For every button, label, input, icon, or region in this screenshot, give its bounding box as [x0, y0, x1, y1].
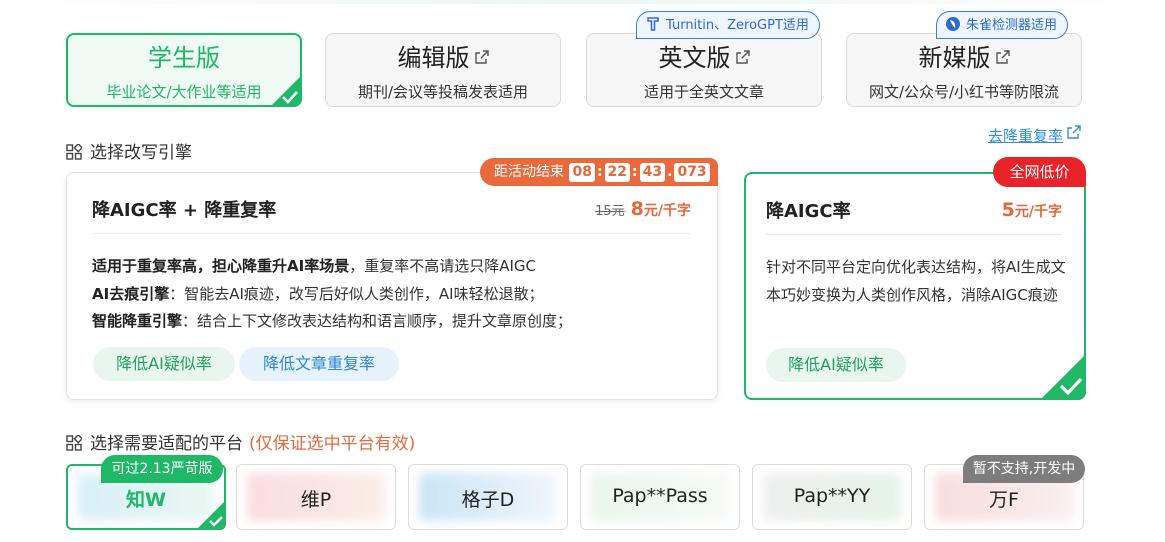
engine-price: 5元/千字	[1002, 199, 1062, 221]
platform-name: 万F	[989, 489, 1019, 511]
engine-description: 针对不同平台定向优化表达结构，将AI生成文本巧妙变换为人类创作风格，消除AIGC…	[766, 258, 1066, 304]
version-subtitle: 期刊/会议等投稿发表适用	[357, 83, 529, 101]
engine-card-combo[interactable]: 降AIGC率 + 降重复率 15元 8元/千字 适用于重复率高，担心降重升AI率场…	[66, 172, 718, 400]
tag-reduce-repeat: 降低文章重复率	[239, 347, 399, 381]
engine-title: 降AIGC率	[766, 201, 851, 222]
version-subtitle: 适用于全英文文章	[643, 83, 764, 101]
desc-bold: 智能降重引擎	[92, 312, 183, 330]
desc-bold: 适用于重复率高，担心降重升AI率场景	[92, 257, 350, 275]
countdown-hours: 08	[569, 163, 595, 182]
countdown-seconds: 43	[639, 163, 666, 182]
badge-text: Turnitin、ZeroGPT适用	[666, 18, 809, 33]
countdown-minutes: 22	[604, 163, 631, 182]
zhuque-badge: 朱雀检测器适用	[936, 11, 1069, 39]
version-card-media[interactable]: 新媒版 网文/公众号/小红书等防限流	[846, 33, 1082, 107]
platform-card-gezid[interactable]: 格子D	[408, 464, 568, 530]
version-title: 学生版	[148, 44, 220, 72]
platform-card-papyy[interactable]: Pap**YY	[752, 464, 912, 530]
platform-section-title: 选择需要适配的平台 (仅保证选中平台有效)	[66, 429, 415, 454]
turnitin-badge: Turnitin、ZeroGPT适用	[636, 11, 820, 39]
version-title: 英文版	[658, 44, 731, 72]
platform-badge-strict: 可过2.13严苛版	[101, 455, 223, 483]
price-value: 8	[630, 198, 644, 220]
countdown-ms: 073	[674, 163, 710, 182]
engine-description: 适用于重复率高，担心降重升AI率场景，重复率不高请选只降AIGC AI去痕引擎：…	[92, 253, 572, 336]
version-subtitle: 网文/公众号/小红书等防限流	[868, 83, 1060, 101]
external-link-icon	[735, 50, 750, 64]
version-subtitle: 毕业论文/大作业等适用	[106, 83, 262, 101]
version-card-student[interactable]: 学生版 毕业论文/大作业等适用	[66, 33, 302, 107]
price-unit: 元/千字	[1014, 204, 1062, 220]
divider	[92, 233, 691, 234]
engine-section-title: 选择改写引擎	[66, 138, 192, 163]
engine-price: 15元 8元/千字	[595, 198, 691, 220]
countdown-ribbon: 距活动结束 08:22:43. 073	[480, 158, 718, 186]
version-title: 新媒版	[918, 44, 991, 72]
external-link-icon	[995, 50, 1010, 64]
link-label: 去降重复率	[987, 127, 1063, 145]
desc-text: ，重复率不高请选只降AIGC	[349, 257, 536, 275]
section-hint: (仅保证选中平台有效)	[249, 434, 416, 454]
external-link-icon	[1067, 125, 1081, 139]
reduce-repeat-link[interactable]: 去降重复率	[988, 125, 1081, 146]
external-link-icon	[474, 50, 489, 64]
desc-bold: AI去痕引擎	[92, 284, 170, 303]
platform-card-pappass[interactable]: Pap**Pass	[580, 464, 740, 530]
version-card-editor[interactable]: 编辑版 期刊/会议等投稿发表适用	[325, 33, 561, 107]
zhuque-icon	[946, 17, 960, 31]
section-label: 选择需要适配的平台	[90, 434, 243, 454]
grid-icon	[66, 435, 82, 451]
platform-name: Pap**YY	[793, 485, 871, 507]
turnitin-icon	[647, 17, 659, 31]
platform-badge-unsupported: 暂不支持,开发中	[963, 455, 1085, 483]
platform-name: Pap**Pass	[612, 485, 708, 507]
platform-name: 格子D	[461, 489, 515, 511]
version-card-english[interactable]: 英文版 适用于全英文文章	[586, 33, 822, 107]
countdown-label: 距活动结束	[494, 164, 564, 180]
lowest-price-badge: 全网低价	[993, 157, 1086, 187]
desc-text: ：结合上下文修改表达结构和语言顺序，提升文章原创度；	[182, 312, 573, 330]
tag-reduce-ai: 降低AI疑似率	[93, 347, 235, 381]
grid-icon	[66, 144, 82, 160]
selected-check-icon	[197, 501, 224, 528]
engine-card-aigc[interactable]: 降AIGC率 5元/千字 针对不同平台定向优化表达结构，将AI生成文本巧妙变换为…	[744, 172, 1086, 400]
tag-reduce-ai: 降低AI疑似率	[766, 348, 906, 382]
top-gradient-bar	[0, 0, 1165, 4]
section-label: 选择改写引擎	[90, 143, 192, 163]
desc-text: ：智能去AI痕迹，改写后好似人类创作，AI味轻松退散；	[169, 284, 544, 303]
badge-text: 朱雀检测器适用	[966, 18, 1058, 33]
selected-check-icon	[271, 76, 301, 106]
price-value: 5	[1001, 199, 1015, 221]
platform-name: 维P	[300, 489, 332, 511]
selected-check-icon	[1040, 354, 1086, 400]
divider	[766, 234, 1062, 235]
engine-title: 降AIGC率 + 降重复率	[92, 200, 277, 221]
price-unit: 元/千字	[643, 203, 691, 219]
old-price: 15元	[595, 204, 625, 219]
platform-card-weip[interactable]: 维P	[236, 464, 396, 530]
version-title: 编辑版	[397, 44, 470, 72]
